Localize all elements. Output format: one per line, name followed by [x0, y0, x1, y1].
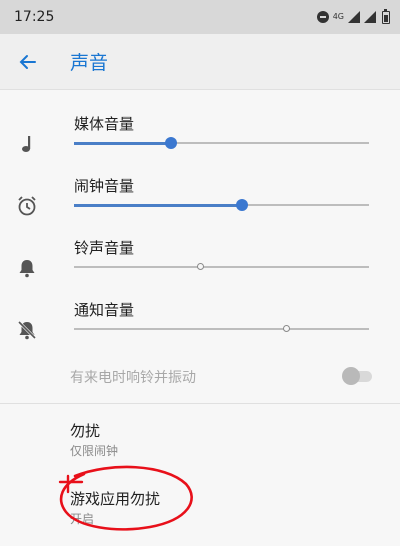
do-not-disturb-subtitle: 仅限闹钟: [70, 444, 119, 458]
game-app-dnd-subtitle: 开启: [70, 512, 95, 526]
switch-thumb: [342, 367, 360, 385]
notification-volume-label: 通知音量: [74, 301, 135, 319]
music-note-icon: [16, 133, 38, 155]
ringtone-volume-thumb[interactable]: [197, 263, 205, 270]
ringtone-volume-slider[interactable]: [74, 263, 369, 270]
vibrate-on-ring-switch[interactable]: [342, 367, 374, 385]
notification-volume-slider[interactable]: [74, 325, 369, 332]
back-arrow-icon: [19, 54, 36, 69]
do-not-disturb-item[interactable]: 勿扰 仅限闹钟: [0, 420, 400, 472]
media-volume-label: 媒体音量: [74, 115, 135, 133]
status-icons: 4G: [316, 8, 390, 24]
page-title: 声音: [70, 52, 109, 74]
alarm-volume-slider[interactable]: [74, 199, 369, 211]
ringtone-volume-label: 铃声音量: [74, 239, 135, 257]
app-bar: 声音: [0, 34, 400, 90]
alarm-clock-icon: [16, 195, 38, 217]
notification-volume-row: 通知音量: [0, 299, 400, 361]
alarm-volume-fill: [74, 203, 243, 207]
media-volume-slider[interactable]: [74, 137, 369, 149]
vibrate-on-ring-label: 有来电时响铃并振动: [70, 370, 196, 386]
media-volume-fill: [74, 141, 172, 145]
ringtone-volume-row: 铃声音量: [0, 237, 400, 299]
media-volume-thumb[interactable]: [165, 137, 178, 149]
back-button[interactable]: [8, 42, 48, 82]
alarm-volume-label: 闹钟音量: [74, 177, 135, 195]
vibrate-on-ring-row[interactable]: 有来电时响铃并振动: [0, 356, 400, 396]
game-app-dnd-title: 游戏应用勿扰: [70, 490, 161, 508]
do-not-disturb-icon: [316, 11, 329, 23]
bell-off-icon: [16, 319, 38, 341]
alarm-volume-row: 闹钟音量: [0, 175, 400, 237]
bell-icon: [16, 257, 38, 279]
media-volume-row: 媒体音量: [0, 113, 400, 175]
status-time: 17:25: [14, 9, 55, 25]
notification-volume-thumb[interactable]: [282, 325, 290, 332]
signal-icon: [348, 11, 360, 23]
network-type-label: 4G: [332, 12, 344, 21]
game-app-dnd-item[interactable]: 游戏应用勿扰 开启: [0, 488, 400, 540]
signal-icon-2: [364, 11, 376, 23]
status-bar: 17:25 4G: [0, 0, 400, 34]
section-divider: [0, 403, 400, 404]
do-not-disturb-title: 勿扰: [70, 422, 101, 440]
battery-icon: [382, 8, 390, 24]
alarm-volume-thumb[interactable]: [236, 199, 249, 211]
